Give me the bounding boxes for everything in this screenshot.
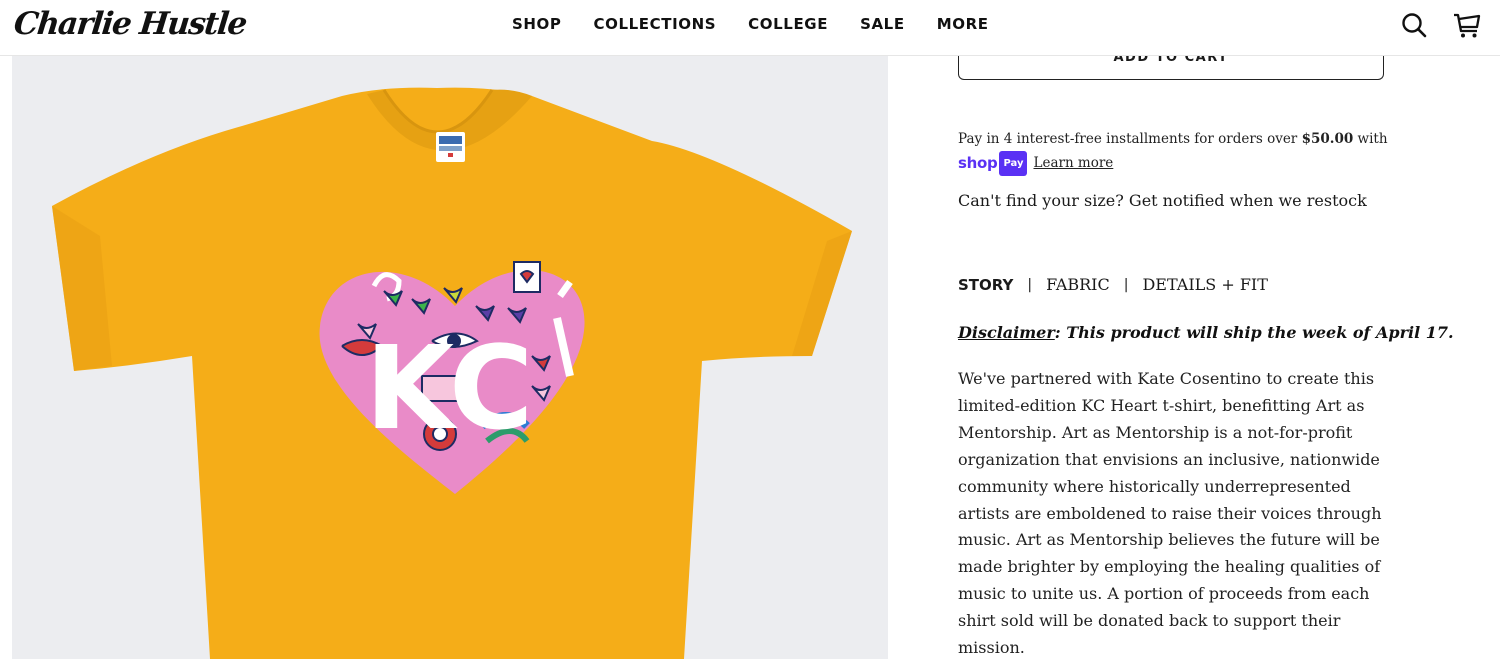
installments-amount: $50.00 bbox=[1301, 131, 1354, 147]
main-nav: SHOP COLLECTIONS COLLEGE SALE MORE bbox=[512, 15, 989, 33]
search-icon[interactable] bbox=[1400, 11, 1428, 39]
nav-college[interactable]: COLLEGE bbox=[748, 15, 828, 33]
nav-collections[interactable]: COLLECTIONS bbox=[594, 15, 717, 33]
brand-logo[interactable]: Charlie Hustle bbox=[12, 6, 248, 42]
product-image[interactable]: KC bbox=[12, 56, 888, 659]
shop-pay-installments: Pay in 4 interest-free installments for … bbox=[958, 128, 1388, 176]
story-text: We've partnered with Kate Cosentino to c… bbox=[958, 369, 1382, 658]
tab-story[interactable]: STORY bbox=[958, 276, 1013, 294]
disclaimer-text: : This product will ship the week of Apr… bbox=[1054, 323, 1454, 342]
installments-suffix: with bbox=[1353, 131, 1388, 147]
nav-shop[interactable]: SHOP bbox=[512, 15, 562, 33]
tab-separator: | bbox=[1123, 276, 1129, 293]
heart-kc-text: KC bbox=[365, 322, 533, 456]
tshirt-illustration: KC bbox=[52, 87, 852, 659]
product-info-tabs: STORY | FABRIC | DETAILS + FIT bbox=[958, 275, 1268, 294]
shipping-disclaimer: Disclaimer: This product will ship the w… bbox=[958, 323, 1454, 342]
disclaimer-label: Disclaimer bbox=[958, 323, 1055, 342]
nav-more[interactable]: MORE bbox=[937, 15, 989, 33]
installments-prefix: Pay in 4 interest-free installments for … bbox=[958, 131, 1302, 147]
tab-fabric[interactable]: FABRIC bbox=[1046, 275, 1110, 294]
nav-sale[interactable]: SALE bbox=[860, 15, 905, 33]
restock-notify-link[interactable]: Can't find your size? Get notified when … bbox=[958, 191, 1367, 210]
site-header: Charlie Hustle SHOP COLLECTIONS COLLEGE … bbox=[0, 0, 1500, 56]
cart-icon[interactable] bbox=[1453, 11, 1481, 39]
pay-badge: Pay bbox=[999, 151, 1028, 176]
learn-more-link[interactable]: Learn more bbox=[1033, 155, 1113, 171]
shop-pay-logo: shop bbox=[958, 154, 998, 172]
tab-separator: | bbox=[1027, 276, 1033, 293]
tab-details-fit[interactable]: DETAILS + FIT bbox=[1142, 275, 1267, 294]
